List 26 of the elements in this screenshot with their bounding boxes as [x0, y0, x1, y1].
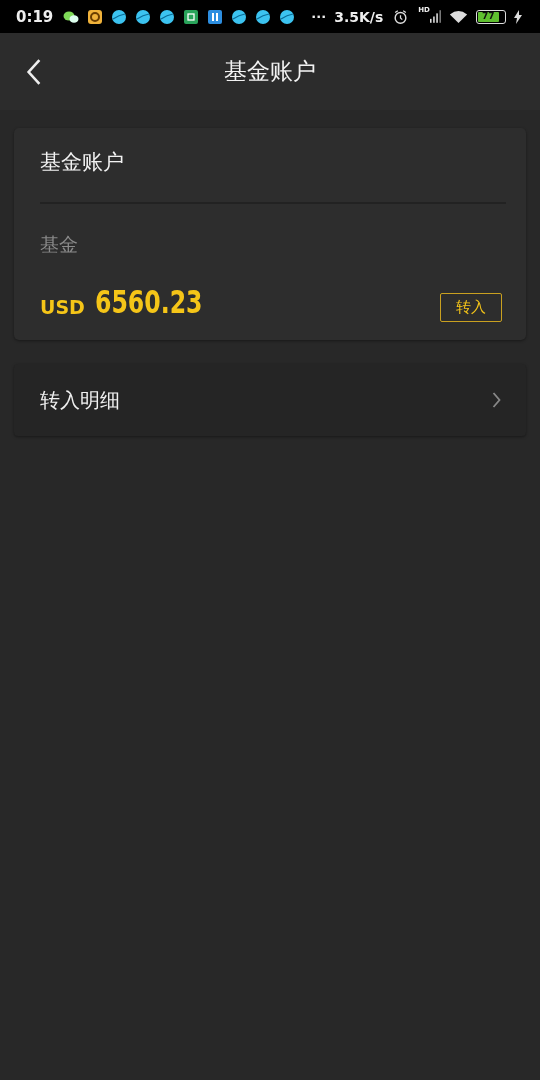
signal-icon	[429, 9, 441, 24]
item-label: 转入明细	[40, 386, 120, 414]
globe-icon	[135, 8, 152, 25]
app-icon	[183, 8, 200, 25]
globe-icon	[159, 8, 176, 25]
globe-icon	[231, 8, 248, 25]
charging-icon	[513, 9, 522, 24]
battery-level: 77	[477, 11, 499, 22]
page-title: 基金账户	[224, 57, 316, 86]
clock-time: 0:19	[16, 7, 54, 26]
app-icon	[87, 8, 104, 25]
card-title: 基金账户	[40, 148, 506, 204]
more-notifications: ···	[311, 9, 327, 24]
globe-icon	[279, 8, 296, 25]
balance-amount: 6560.23	[94, 286, 204, 318]
transfer-in-button[interactable]: 转入	[440, 293, 502, 322]
network-speed: 3.5K/s	[334, 8, 384, 25]
globe-icon	[255, 8, 272, 25]
globe-icon	[111, 8, 128, 25]
fund-label: 基金	[40, 232, 79, 257]
chevron-right-icon	[491, 391, 502, 409]
currency-code: USD	[40, 296, 85, 318]
list-item[interactable]: 转入明细	[14, 364, 526, 436]
wifi-icon	[448, 8, 468, 25]
book-icon	[207, 8, 224, 25]
back-icon[interactable]	[26, 58, 42, 86]
